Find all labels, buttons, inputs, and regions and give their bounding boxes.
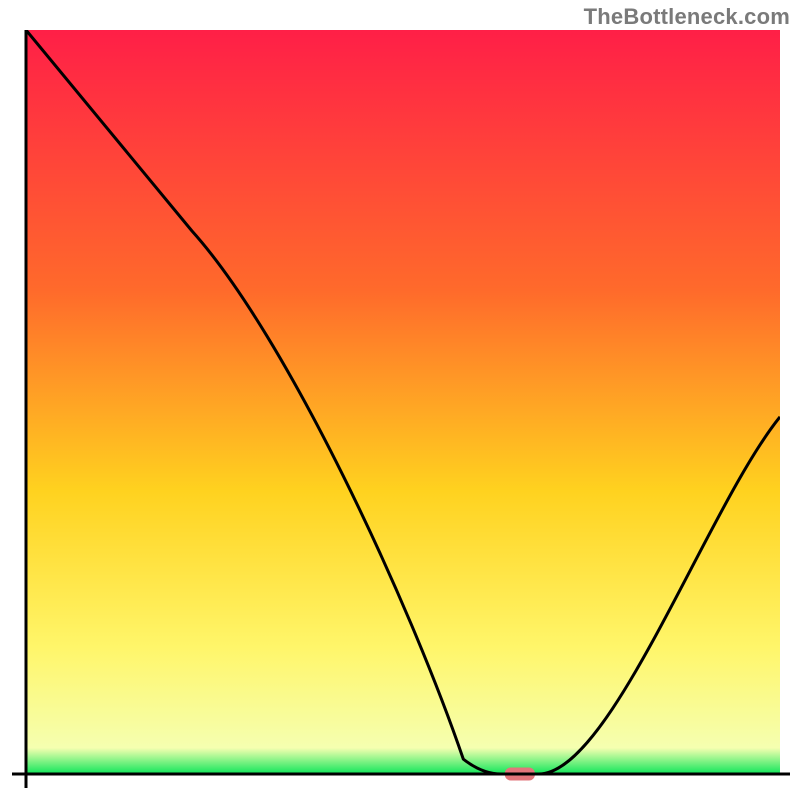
chart-stage: TheBottleneck.com	[0, 0, 800, 800]
bottleneck-chart	[0, 0, 800, 800]
gradient-field	[26, 30, 780, 774]
watermark-text: TheBottleneck.com	[584, 4, 790, 30]
